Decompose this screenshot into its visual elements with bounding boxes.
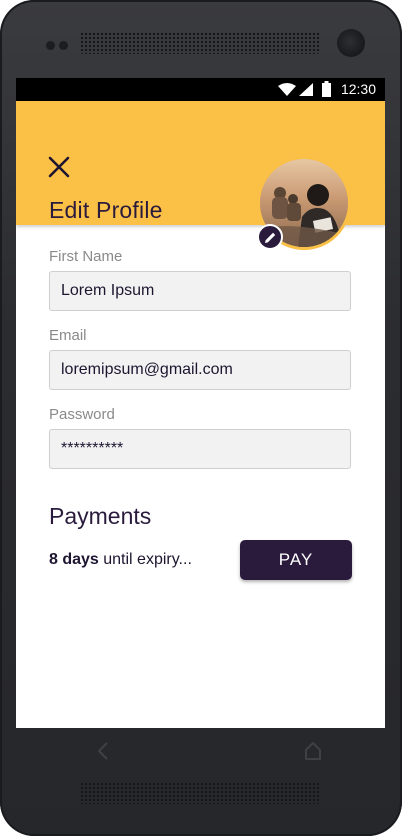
expiry-days: 8 days [49, 551, 99, 568]
battery-icon [322, 81, 331, 97]
back-icon[interactable] [96, 741, 110, 761]
password-field[interactable]: ********** [49, 429, 351, 469]
payments-heading: Payments [49, 503, 152, 529]
wifi-icon [278, 83, 296, 96]
close-button[interactable] [46, 154, 72, 180]
first-name-field[interactable]: Lorem Ipsum [49, 271, 351, 311]
phone-frame: 12:30 Edit Profile First Name Lorem Ipsu… [0, 0, 402, 836]
page-title: Edit Profile [49, 197, 163, 223]
expiry-text: 8 days until expiry... [49, 551, 192, 569]
edit-avatar-button[interactable] [257, 224, 283, 250]
expiry-suffix: until expiry... [98, 551, 192, 568]
front-camera [337, 29, 365, 57]
email-field[interactable]: loremipsum@gmail.com [49, 350, 351, 390]
pay-button[interactable]: PAY [240, 540, 352, 580]
pencil-icon [264, 232, 275, 243]
status-time: 12:30 [340, 81, 376, 97]
light-sensor [59, 41, 68, 50]
email-label: Email [49, 327, 87, 344]
home-icon[interactable] [304, 741, 322, 761]
first-name-label: First Name [49, 248, 123, 265]
close-icon [48, 156, 70, 178]
status-bar: 12:30 [16, 78, 385, 101]
signal-icon [299, 83, 313, 96]
bottom-speaker-grille [80, 782, 320, 804]
password-label: Password [49, 406, 115, 423]
app-screen: 12:30 Edit Profile First Name Lorem Ipsu… [16, 78, 385, 728]
proximity-sensor [46, 41, 55, 50]
system-nav-bar [16, 728, 385, 776]
top-speaker-grille [80, 32, 320, 54]
